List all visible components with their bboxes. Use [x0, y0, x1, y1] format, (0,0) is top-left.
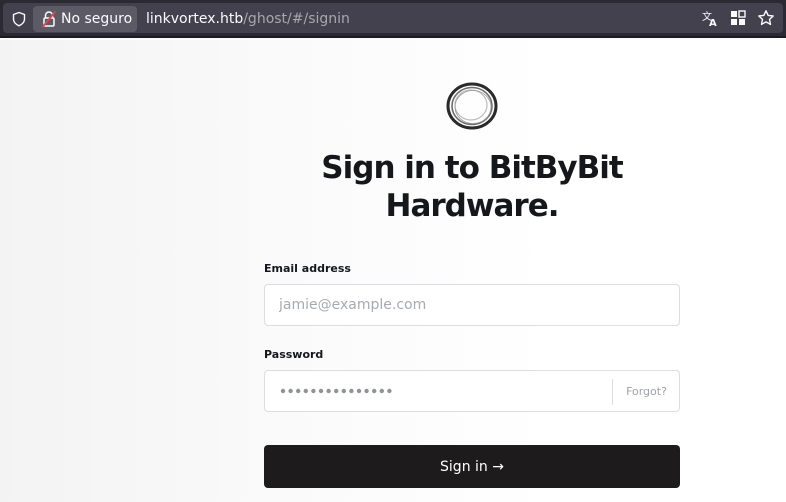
email-input[interactable]	[265, 285, 679, 325]
password-mask-dot	[280, 388, 286, 394]
svg-text:A: A	[709, 18, 717, 27]
password-mask-dot	[356, 388, 362, 394]
translate-icon[interactable]: 文 A	[701, 9, 719, 27]
url-text[interactable]: linkvortex.htb/ghost/#/signin	[146, 10, 350, 28]
password-mask-dot	[296, 388, 301, 394]
site-logo-icon	[446, 82, 498, 130]
password-mask-dot	[341, 388, 346, 394]
password-label: Password	[264, 348, 324, 361]
signin-page: Sign in to BitByBit Hardware. Email addr…	[0, 40, 786, 502]
email-label: Email address	[264, 262, 351, 275]
password-mask-dot	[311, 388, 316, 394]
password-field-wrapper: Forgot?	[264, 370, 680, 412]
url-host: linkvortex.htb	[146, 11, 244, 27]
url-path: /ghost/#/signin	[243, 11, 350, 27]
forgot-password-button[interactable]: Forgot?	[613, 371, 680, 411]
page-title: Sign in to BitByBit Hardware.	[321, 150, 623, 224]
shield-icon[interactable]	[11, 11, 27, 27]
password-mask-dot	[387, 388, 392, 394]
browser-toolbar: No seguro linkvortex.htb/ghost/#/signin …	[0, 0, 786, 38]
bookmark-star-icon[interactable]	[757, 9, 775, 27]
password-mask-dot	[326, 388, 331, 394]
sign-in-button[interactable]: Sign in →	[264, 445, 680, 488]
password-mask-dot	[334, 388, 339, 394]
password-mask-dot	[288, 388, 293, 394]
extensions-grid-icon[interactable]	[729, 9, 747, 27]
password-mask-dot	[303, 388, 308, 394]
password-mask-dot	[372, 388, 377, 394]
security-status-label[interactable]: No seguro	[61, 10, 132, 28]
lock-icon	[42, 11, 56, 28]
password-mask-dot	[379, 388, 384, 394]
password-mask-dot	[364, 388, 369, 394]
password-mask-dots	[280, 388, 392, 394]
email-field-wrapper	[264, 284, 680, 326]
password-mask-dot	[318, 388, 324, 394]
password-mask-dot	[349, 388, 354, 394]
